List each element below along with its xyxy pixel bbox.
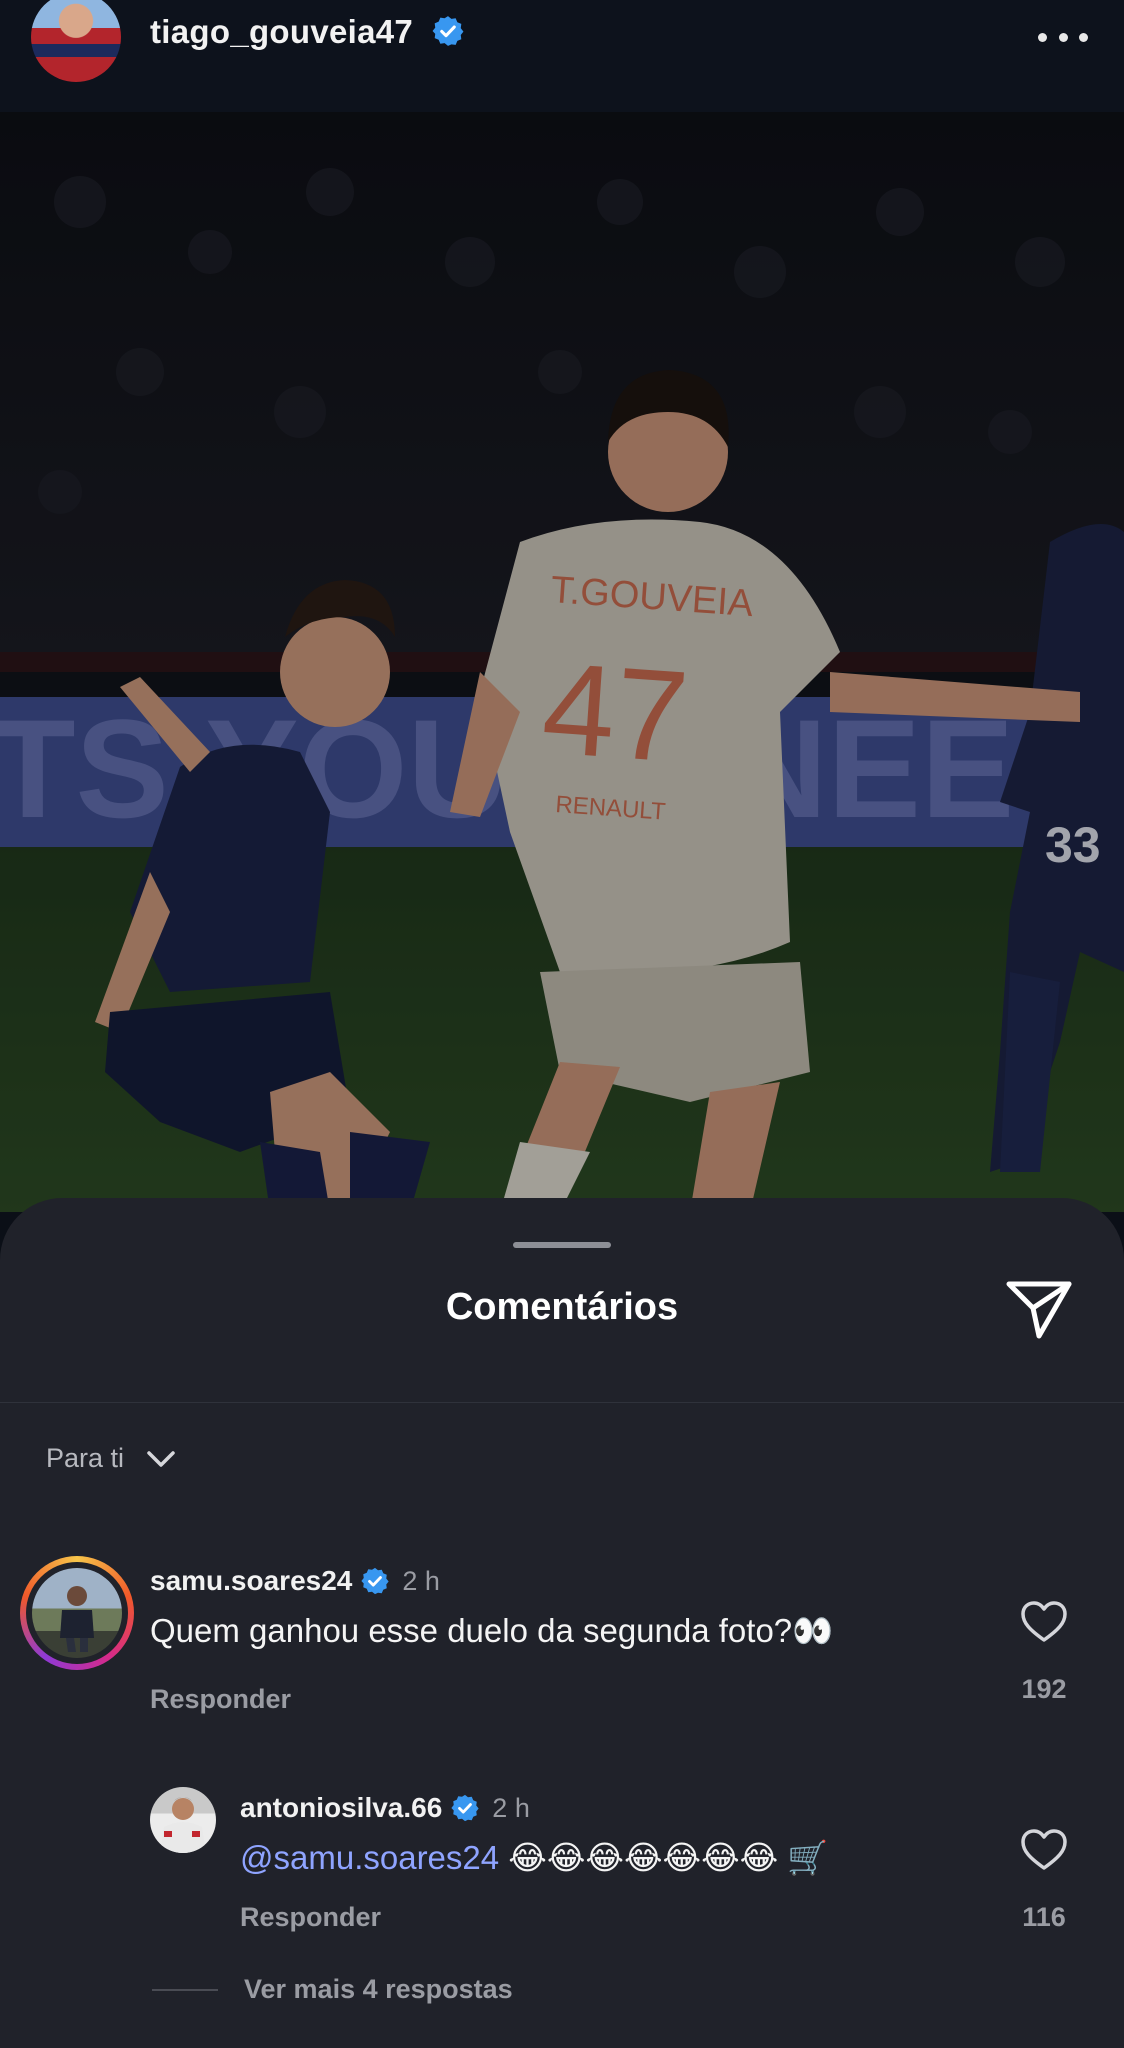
verified-badge-icon — [361, 1567, 389, 1595]
comment-username[interactable]: antoniosilva.66 — [240, 1792, 442, 1824]
comment-time: 2 h — [402, 1565, 440, 1596]
football-photo-illustration: TS YOUTE NEE 33 T.GOUVEIA 47 RENAULT — [0, 112, 1124, 1212]
avatar[interactable] — [32, 1568, 122, 1658]
send-icon[interactable] — [1005, 1278, 1073, 1340]
sort-filter-dropdown[interactable]: Para ti — [46, 1443, 176, 1474]
avatar[interactable] — [150, 1787, 216, 1853]
comment-time: 2 h — [492, 1792, 530, 1823]
comment-text: @samu.soares24 😂😂😂😂😂😂😂 🛒 — [240, 1838, 828, 1878]
reply-button[interactable]: Responder — [240, 1902, 381, 1933]
heart-icon[interactable] — [1020, 1828, 1068, 1872]
like-count: 116 — [1022, 1902, 1066, 1932]
sheet-divider — [0, 1402, 1124, 1403]
sort-filter-label: Para ti — [46, 1443, 125, 1473]
comment-text: Quem ganhou esse duelo da segunda foto?👀 — [150, 1612, 834, 1649]
view-more-replies-button[interactable]: Ver mais 4 respostas — [152, 1974, 513, 2005]
post-header: tiago_gouveia47 — [0, 0, 1124, 113]
verified-badge-icon — [432, 16, 464, 47]
heart-icon[interactable] — [1020, 1600, 1068, 1644]
author-username-text[interactable]: tiago_gouveia47 — [150, 13, 413, 50]
replies-line-divider — [152, 1988, 218, 1991]
comment-emoji-text: 😂😂😂😂😂😂😂 🛒 — [508, 1839, 829, 1876]
comments-sheet: Comentários Para ti samu.soares24 2 h Qu… — [0, 1198, 1124, 2048]
comment-username[interactable]: samu.soares24 — [150, 1565, 352, 1597]
view-more-replies-label: Ver mais 4 respostas — [244, 1974, 513, 2004]
verified-badge-icon — [451, 1794, 479, 1822]
author-avatar[interactable] — [31, 0, 121, 82]
mention-link[interactable]: @samu.soares24 — [240, 1839, 499, 1876]
more-options-icon[interactable] — [1038, 30, 1088, 44]
post-photo[interactable]: TS YOUTE NEE 33 T.GOUVEIA 47 RENAULT — [0, 112, 1124, 1212]
sheet-drag-handle[interactable] — [513, 1242, 611, 1248]
reply-button[interactable]: Responder — [150, 1684, 291, 1715]
sheet-title: Comentários — [445, 1286, 679, 1328]
chevron-down-icon — [147, 1450, 175, 1467]
like-count: 192 — [1021, 1674, 1067, 1704]
author-username[interactable]: tiago_gouveia47 — [150, 13, 465, 51]
